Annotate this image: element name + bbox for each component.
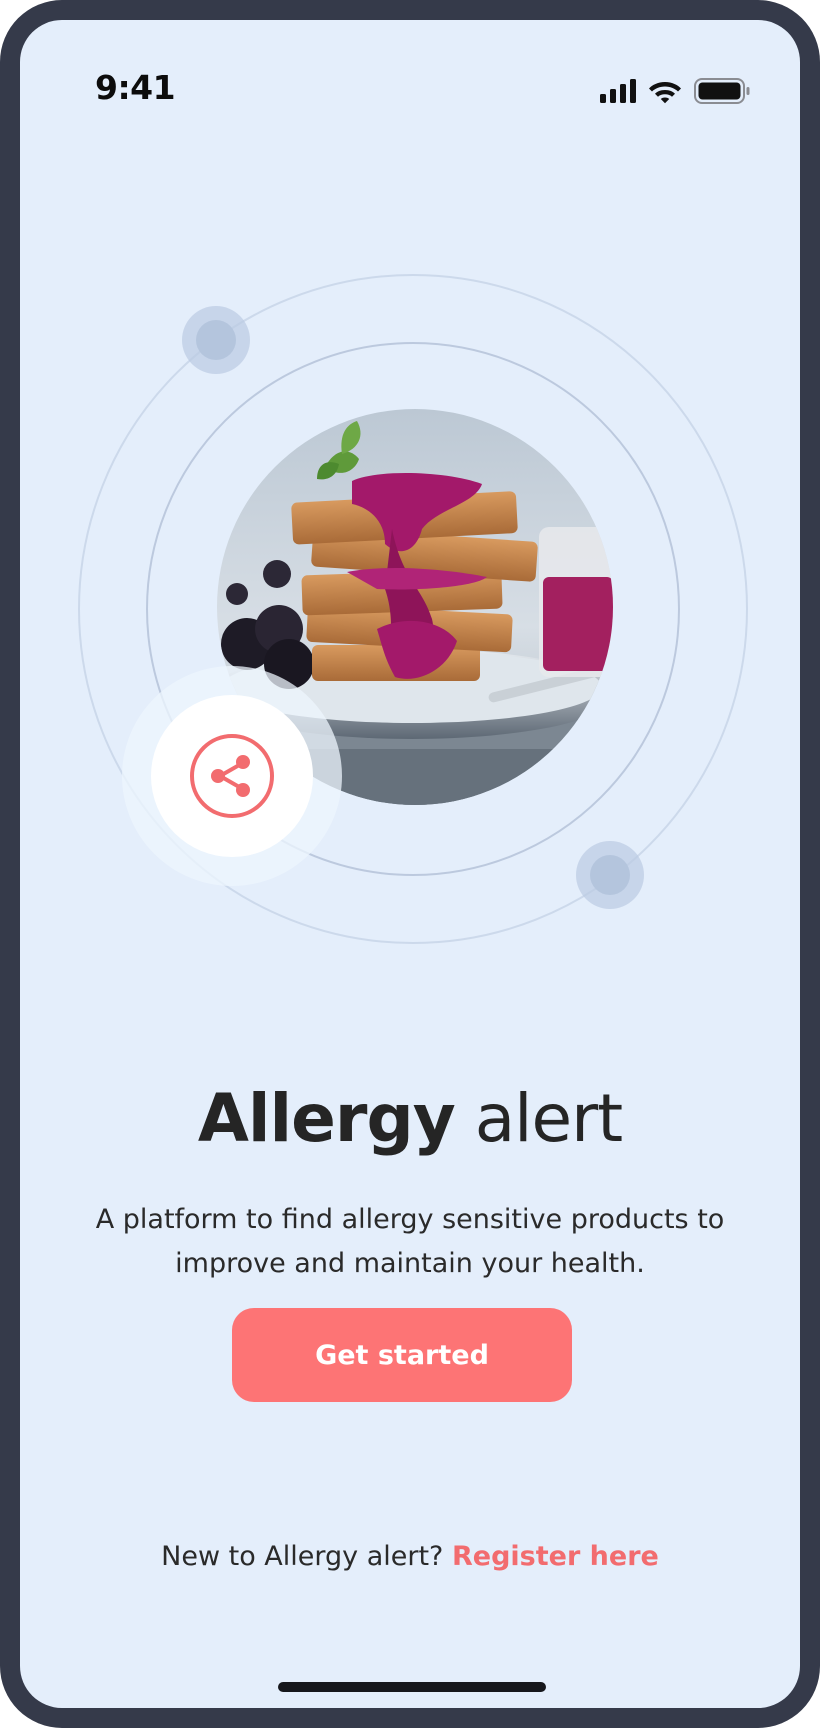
- title-brand: Allergy: [197, 1080, 456, 1157]
- page-description: A platform to find allergy sensitive pro…: [95, 1204, 725, 1279]
- orbit-dot-bottom: [576, 841, 644, 909]
- home-indicator[interactable]: [278, 1682, 546, 1692]
- app-screen: 9:41 Allergy alert A platform to find al…: [20, 20, 800, 1708]
- register-link[interactable]: Register here: [452, 1541, 659, 1572]
- orbit-dot-top: [182, 306, 250, 374]
- phone-frame: 9:41 Allergy alert A platform to find al…: [0, 0, 820, 1728]
- share-button[interactable]: [151, 695, 313, 857]
- title-suffix: alert: [474, 1080, 623, 1157]
- register-prompt: New to Allergy alert? Register here: [20, 1541, 800, 1572]
- share-icon: [190, 734, 274, 818]
- register-prompt-text: New to Allergy alert?: [161, 1541, 444, 1572]
- page-title: Allergy alert: [20, 1080, 800, 1157]
- hero-illustration: [20, 20, 800, 1020]
- get-started-button[interactable]: Get started: [232, 1308, 572, 1402]
